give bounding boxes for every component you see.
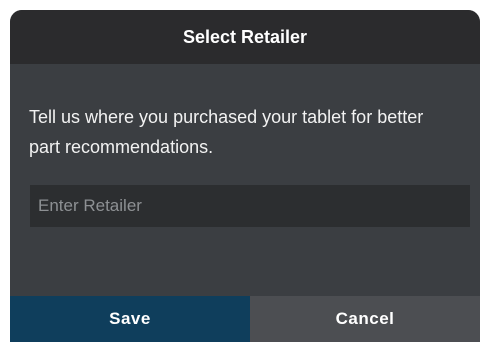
dialog-button-bar: Save Cancel <box>10 296 480 342</box>
dialog-header: Select Retailer <box>10 10 480 64</box>
cancel-button[interactable]: Cancel <box>250 296 480 342</box>
select-retailer-dialog: Select Retailer Tell us where you purcha… <box>10 10 480 342</box>
dialog-title: Select Retailer <box>182 26 308 47</box>
dialog-message: Tell us where you purchased your tablet … <box>29 107 424 157</box>
save-button[interactable]: Save <box>10 296 250 342</box>
retailer-input[interactable] <box>30 185 470 227</box>
